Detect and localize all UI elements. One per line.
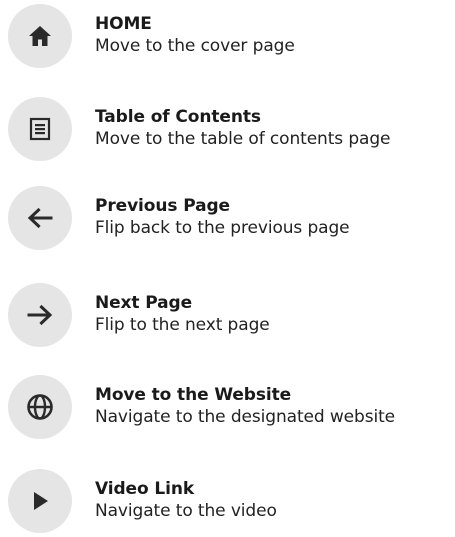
home-button[interactable] [8, 4, 72, 68]
arrow-left-icon [27, 207, 53, 229]
list-item-video-link: Video Link Navigate to the video [8, 469, 455, 533]
item-description: Navigate to the video [95, 501, 277, 521]
item-title: Move to the Website [95, 385, 292, 405]
item-description: Flip to the next page [95, 315, 270, 335]
home-icon [29, 26, 51, 46]
website-button[interactable] [8, 375, 72, 439]
video-link-button[interactable] [8, 469, 72, 533]
item-title: Previous Page [95, 196, 230, 216]
list-item-home: HOME Move to the cover page [8, 4, 455, 68]
previous-page-button[interactable] [8, 186, 72, 250]
item-description: Move to the cover page [95, 36, 295, 56]
list-item-previous-page: Previous Page Flip back to the previous … [8, 186, 455, 250]
list-item-next-page: Next Page Flip to the next page [8, 283, 455, 347]
item-description: Navigate to the designated website [95, 407, 396, 427]
list-item-website: Move to the Website Navigate to the desi… [8, 375, 455, 439]
item-description: Move to the table of contents page [95, 129, 391, 149]
table-of-contents-icon [29, 117, 51, 141]
list-item-table-of-contents: Table of Contents Move to the table of c… [8, 97, 455, 161]
play-icon [34, 492, 48, 510]
item-title: Video Link [95, 479, 195, 499]
table-of-contents-button[interactable] [8, 97, 72, 161]
next-page-button[interactable] [8, 283, 72, 347]
arrow-right-icon [27, 304, 53, 326]
globe-icon [27, 394, 53, 420]
item-title: HOME [95, 14, 152, 34]
item-title: Next Page [95, 293, 193, 313]
item-title: Table of Contents [95, 107, 261, 127]
item-description: Flip back to the previous page [95, 218, 350, 238]
